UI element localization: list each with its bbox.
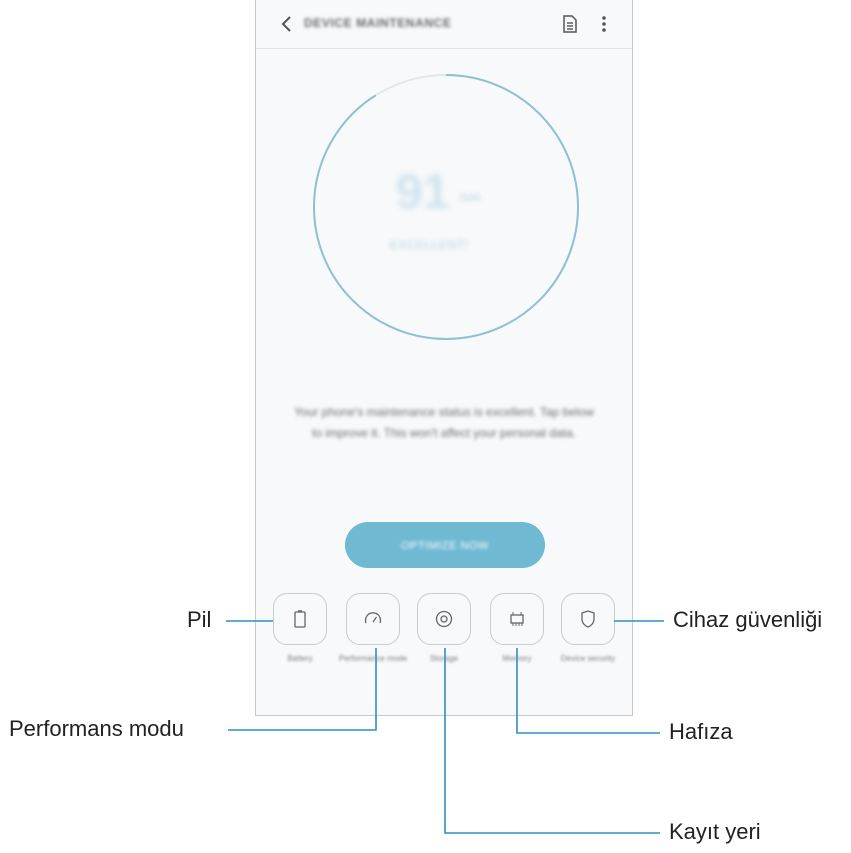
back-icon[interactable] <box>276 13 298 35</box>
speedometer-icon <box>364 612 382 624</box>
app-bar: DEVICE MAINTENANCE <box>256 0 632 49</box>
battery-icon <box>294 610 306 628</box>
battery-label: Battery <box>287 654 313 663</box>
storage-tile[interactable] <box>417 593 471 645</box>
memory-chip-icon <box>510 612 524 626</box>
memory-tile[interactable] <box>490 593 544 645</box>
report-icon[interactable] <box>559 13 581 35</box>
status-text: EXCELLENT! <box>390 238 469 252</box>
score-value: 91 <box>396 166 450 219</box>
callout-pil: Pil <box>187 607 212 632</box>
storage-label: Storage <box>429 654 459 663</box>
memory-label: Memory <box>502 654 532 663</box>
shield-icon <box>581 610 595 628</box>
callout-hafiza: Hafıza <box>669 719 733 744</box>
status-description: Your phone's maintenance status is excel… <box>294 405 594 440</box>
performance-mode-label: Performance mode <box>338 654 408 663</box>
optimize-button-label: OPTIMIZE NOW <box>401 540 489 552</box>
callout-kayit-yeri: Kayıt yeri <box>669 819 761 844</box>
score-unit: /100 <box>459 192 481 204</box>
callout-cihaz-guvenligi: Cihaz güvenliği <box>673 607 823 632</box>
optimize-button[interactable]: OPTIMIZE NOW <box>345 522 545 568</box>
page-title: DEVICE MAINTENANCE <box>304 16 452 30</box>
storage-icon <box>435 610 453 628</box>
callout-performans-modu: Performans modu <box>9 716 184 741</box>
more-options-icon[interactable] <box>597 13 611 35</box>
device-security-tile[interactable] <box>561 593 615 645</box>
phone-screen: DEVICE MAINTENANCE 91 /100 EXCELLENT! Yo… <box>255 0 633 716</box>
battery-tile[interactable] <box>273 593 327 645</box>
device-security-label: Device security <box>560 654 616 663</box>
performance-mode-tile[interactable] <box>346 593 400 645</box>
